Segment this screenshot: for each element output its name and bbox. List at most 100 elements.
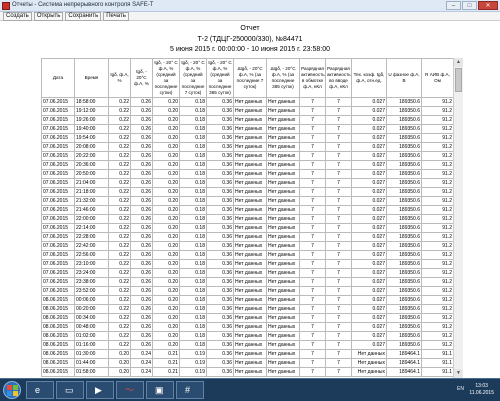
table-cell: 19:26:00	[74, 115, 109, 125]
table-cell: 00:48:00	[74, 322, 109, 332]
table-cell: 08.06.2015	[41, 304, 75, 314]
table-cell: 0.24	[130, 349, 153, 359]
table-cell: Нет данных	[233, 367, 267, 377]
table-cell: 23:10:00	[74, 259, 109, 269]
table-cell: 0.20	[152, 187, 180, 197]
maximize-button[interactable]: □	[462, 1, 477, 10]
table-cell: 7	[325, 331, 352, 341]
table-cell: 7	[299, 277, 326, 287]
table-row: 07.06.2015 21:46:00 0.22 0.26 0.20 0.18 0.36 Не…	[41, 205, 453, 215]
table-cell: 0.20	[152, 250, 180, 260]
table-cell: 08.06.2015	[41, 358, 75, 368]
taskbar-app[interactable]: ▣	[146, 381, 174, 399]
table-cell: 0.22	[108, 151, 131, 161]
table-cell: 189350.6	[386, 331, 422, 341]
table-cell: 7	[325, 97, 352, 107]
table-cell: 7	[299, 331, 326, 341]
table-cell: 7	[325, 232, 352, 242]
table-cell: 01:02:00	[74, 331, 109, 341]
table-cell: 0.18	[179, 313, 207, 323]
table-cell: 189350.6	[386, 151, 422, 161]
table-cell: 07.06.2015	[41, 151, 75, 161]
table-cell: Нет данных	[266, 169, 300, 179]
table-cell: Нет данных	[233, 214, 267, 224]
taskbar-ie[interactable]: e	[26, 381, 54, 399]
scroll-up-icon[interactable]: ▲	[454, 58, 463, 67]
table-cell: 189350.6	[386, 187, 422, 197]
taskbar-safet[interactable]: 〜	[116, 381, 144, 399]
table-cell: 91.2	[421, 151, 453, 161]
table-cell: 7	[299, 169, 326, 179]
table-cell: 0.18	[179, 250, 207, 260]
table-cell: 0.22	[108, 205, 131, 215]
table-cell: 22:14:00	[74, 223, 109, 233]
report-device: Т-2 (ТДЦГ-250000/330), №84471	[197, 36, 303, 43]
scroll-thumb[interactable]	[455, 68, 462, 92]
table-cell: 07.06.2015	[41, 250, 75, 260]
scroll-down-icon[interactable]: ▼	[454, 369, 463, 378]
table-cell: Нет данных	[266, 367, 300, 377]
table-cell: 189350.6	[386, 295, 422, 305]
table-cell: 21:18:00	[74, 187, 109, 197]
tray-clock[interactable]: 13:03 11.06.2015	[469, 383, 494, 397]
table-cell: 0.027	[351, 106, 387, 116]
table-cell: 0.36	[206, 160, 234, 170]
table-cell: Нет данных	[266, 340, 300, 350]
toolbar: Создать Открыть Сохранить Печать	[0, 11, 500, 21]
table-cell: 189350.6	[386, 268, 422, 278]
table-cell: 0.20	[152, 169, 180, 179]
table-cell: 0.36	[206, 151, 234, 161]
window-title: Отчеты - Система непрерывного контроля S…	[12, 2, 154, 8]
table-cell: Нет данных	[266, 187, 300, 197]
taskbar-explorer[interactable]: ▭	[56, 381, 84, 399]
table-cell: 0.36	[206, 97, 234, 107]
save-button[interactable]: Сохранить	[65, 11, 102, 21]
window-titlebar: Отчеты - Система непрерывного контроля S…	[0, 0, 500, 12]
print-button[interactable]: Печать	[103, 11, 129, 21]
table-cell: 01:44:00	[74, 358, 109, 368]
table-cell: 189350.6	[386, 97, 422, 107]
tray-language[interactable]: EN	[457, 386, 464, 392]
table-row: 08.06.2015 01:44:00 0.20 0.24 0.21 0.19 0.36 Не…	[41, 358, 453, 368]
vertical-scrollbar[interactable]: ▲ ▼	[453, 58, 463, 378]
table-cell: 7	[325, 223, 352, 233]
table-cell: 91.2	[421, 223, 453, 233]
table-cell: 0.36	[206, 169, 234, 179]
column-header: tgδ, - 20° C ф.A, % (средний за последни…	[206, 58, 234, 98]
table-cell: 7	[299, 367, 326, 377]
taskbar-media[interactable]: ▶	[86, 381, 114, 399]
table-cell: Нет данных	[233, 97, 267, 107]
table-cell: 0.22	[108, 160, 131, 170]
create-button[interactable]: Создать	[3, 11, 32, 21]
table-cell: Нет данных	[266, 286, 300, 296]
table-cell: 91.2	[421, 160, 453, 170]
table-cell: 7	[299, 187, 326, 197]
table-cell: 91.2	[421, 250, 453, 260]
table-cell: 0.20	[152, 115, 180, 125]
table-cell: 0.22	[108, 97, 131, 107]
table-cell: 91.2	[421, 277, 453, 287]
table-cell: Нет данных	[233, 277, 267, 287]
taskbar-calc[interactable]: #	[176, 381, 204, 399]
table-cell: 0.26	[130, 178, 153, 188]
table-cell: 7	[299, 232, 326, 242]
table-cell: 0.18	[179, 214, 207, 224]
table-cell: 7	[325, 295, 352, 305]
table-cell: 7	[299, 160, 326, 170]
start-button[interactable]	[3, 381, 21, 399]
close-button[interactable]: ✕	[478, 1, 498, 10]
table-cell: 0.18	[179, 268, 207, 278]
table-cell: 0.36	[206, 142, 234, 152]
table-cell: Нет данных	[233, 349, 267, 359]
table-cell: Нет данных	[233, 115, 267, 125]
table-cell: Нет данных	[233, 286, 267, 296]
table-cell: Нет данных	[233, 295, 267, 305]
column-header: Тех. коэф. tgδ, ф.A, отн.ед.	[351, 58, 387, 98]
table-cell: 7	[325, 124, 352, 134]
table-cell: 0.36	[206, 124, 234, 134]
table-cell: 91.2	[421, 196, 453, 206]
table-cell: 0.36	[206, 259, 234, 269]
minimize-button[interactable]: –	[446, 1, 461, 10]
open-button[interactable]: Открыть	[33, 11, 64, 21]
table-cell: 189464.1	[386, 358, 422, 368]
